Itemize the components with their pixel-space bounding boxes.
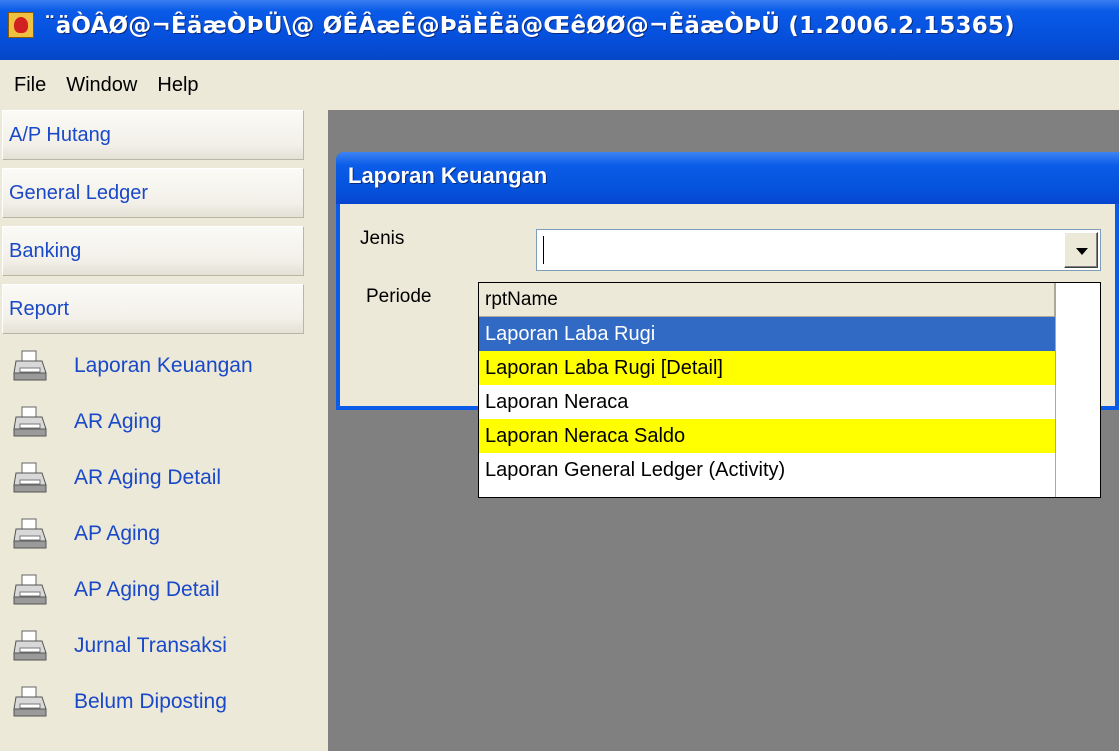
report-label: AR Aging Detail	[74, 466, 222, 489]
report-item-belum-diposting[interactable]: Belum Diposting	[0, 674, 310, 730]
menu-file[interactable]: File	[14, 74, 46, 97]
printer-icon	[13, 350, 47, 381]
dropdown-arrow-button[interactable]	[1064, 232, 1098, 268]
report-item-jurnal-transaksi[interactable]: Jurnal Transaksi	[0, 618, 310, 674]
jenis-combobox[interactable]	[536, 229, 1101, 271]
dropdown-column-divider	[1055, 283, 1056, 497]
sidebar: A/P Hutang General Ledger Banking Report…	[0, 110, 311, 751]
menu-bar: File Window Help	[0, 60, 1119, 111]
sidebar-section-ap-hutang[interactable]: A/P Hutang	[2, 110, 304, 160]
printer-icon	[13, 686, 47, 717]
child-window-title-bar[interactable]: Laporan Keuangan	[336, 152, 1119, 204]
printer-icon	[13, 518, 47, 549]
sidebar-section-report[interactable]: Report	[2, 284, 304, 334]
sidebar-section-general-ledger[interactable]: General Ledger	[2, 168, 304, 218]
sidebar-splitter[interactable]	[310, 110, 328, 751]
report-label: Laporan Keuangan	[74, 354, 253, 377]
printer-icon	[13, 574, 47, 605]
sidebar-section-banking[interactable]: Banking	[2, 226, 304, 276]
dropdown-item-laporan-laba-rugi[interactable]: Laporan Laba Rugi	[479, 317, 1055, 351]
jenis-label: Jenis	[360, 228, 405, 249]
window-title: ¨äÒÂØ@¬ÊäæÒÞÜ\@ ØÊÂæÊ@ÞäÈÊä@ŒêØØ@¬ÊäæÒÞÜ…	[44, 13, 1015, 39]
report-label: Jurnal Transaksi	[74, 634, 227, 657]
dropdown-item-laporan-general-ledger-activity[interactable]: Laporan General Ledger (Activity)	[479, 453, 1055, 487]
report-label: Belum Diposting	[74, 690, 227, 713]
dropdown-item-laporan-neraca[interactable]: Laporan Neraca	[479, 385, 1055, 419]
report-item-laporan-keuangan[interactable]: Laporan Keuangan	[0, 338, 310, 394]
report-label: AR Aging	[74, 410, 162, 433]
report-item-ar-aging[interactable]: AR Aging	[0, 394, 310, 450]
report-item-ar-aging-detail[interactable]: AR Aging Detail	[0, 450, 310, 506]
printer-icon	[13, 406, 47, 437]
app-icon[interactable]	[8, 12, 34, 38]
printer-icon	[13, 630, 47, 661]
dropdown-column-header[interactable]: rptName	[479, 283, 1055, 317]
report-item-ap-aging[interactable]: AP Aging	[0, 506, 310, 562]
jenis-dropdown-list[interactable]: rptName Laporan Laba Rugi Laporan Laba R…	[478, 282, 1101, 498]
window-title-bar[interactable]: ¨äÒÂØ@¬ÊäæÒÞÜ\@ ØÊÂæÊ@ÞäÈÊä@ŒêØØ@¬ÊäæÒÞÜ…	[0, 0, 1119, 60]
menu-help[interactable]: Help	[157, 74, 198, 97]
dropdown-item-laporan-laba-rugi-detail[interactable]: Laporan Laba Rugi [Detail]	[479, 351, 1055, 385]
text-caret	[543, 236, 544, 264]
periode-label: Periode	[366, 286, 432, 307]
child-window-title: Laporan Keuangan	[348, 163, 548, 188]
jenis-input[interactable]	[541, 234, 1065, 266]
printer-icon	[13, 462, 47, 493]
report-label: AP Aging	[74, 522, 161, 545]
dropdown-item-laporan-neraca-saldo[interactable]: Laporan Neraca Saldo	[479, 419, 1055, 453]
report-label: AP Aging Detail	[74, 578, 220, 601]
menu-window[interactable]: Window	[66, 74, 137, 97]
report-item-ap-aging-detail[interactable]: AP Aging Detail	[0, 562, 310, 618]
